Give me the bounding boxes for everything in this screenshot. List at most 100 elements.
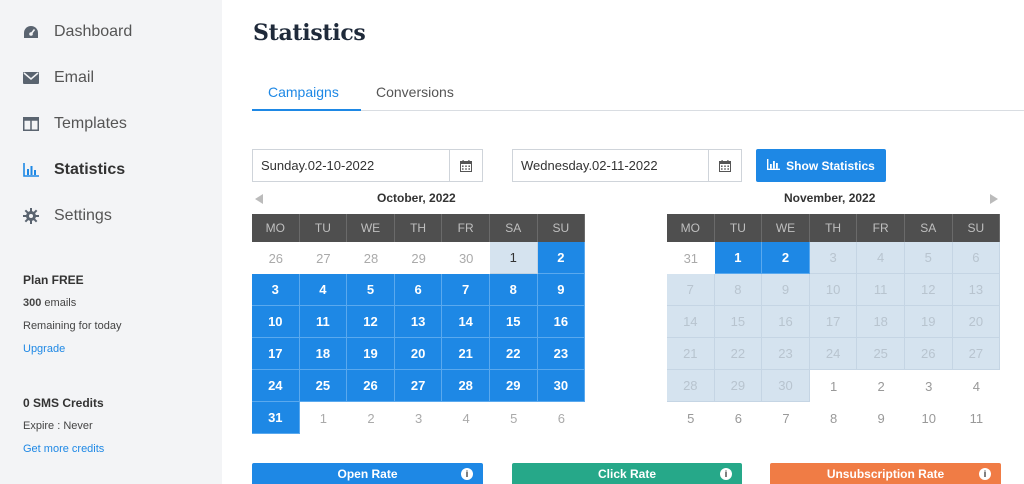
calendar-day[interactable]: 15 xyxy=(489,306,538,338)
calendar-day[interactable]: 3 xyxy=(905,370,953,402)
calendar-day[interactable]: 17 xyxy=(252,338,300,370)
calendar-day[interactable]: 27 xyxy=(300,242,348,274)
calendar-day[interactable]: 6 xyxy=(715,402,763,434)
calendar-day[interactable]: 13 xyxy=(952,274,1001,306)
calendar-day[interactable]: 29 xyxy=(714,370,763,402)
calendar-day[interactable]: 8 xyxy=(714,274,763,306)
calendar-day[interactable]: 17 xyxy=(809,306,858,338)
calendar-day[interactable]: 24 xyxy=(809,338,858,370)
calendar-day[interactable]: 24 xyxy=(252,370,300,402)
calendar-day[interactable]: 5 xyxy=(347,274,395,306)
calendar-day[interactable]: 4 xyxy=(442,402,490,434)
calendar-day[interactable]: 6 xyxy=(952,242,1001,274)
start-date-field[interactable]: Sunday.02-10-2022 xyxy=(252,149,483,182)
calendar-day[interactable]: 11 xyxy=(299,306,348,338)
tab-conversions[interactable]: Conversions xyxy=(376,84,454,100)
calendar-day[interactable]: 30 xyxy=(762,370,810,402)
calendar-day[interactable]: 22 xyxy=(489,338,538,370)
calendar-day[interactable]: 7 xyxy=(762,402,810,434)
calendar-day[interactable]: 25 xyxy=(299,370,348,402)
calendar-day[interactable]: 21 xyxy=(442,338,490,370)
show-statistics-button[interactable]: Show Statistics xyxy=(756,149,886,182)
calendar-day[interactable]: 22 xyxy=(714,338,763,370)
calendar-day[interactable]: 1 xyxy=(714,242,763,274)
calendar-day[interactable]: 5 xyxy=(904,242,953,274)
calendar-day[interactable]: 14 xyxy=(667,306,715,338)
nav-item-settings[interactable]: Settings xyxy=(22,201,112,231)
upgrade-link[interactable]: Upgrade xyxy=(23,343,65,355)
calendar-day[interactable]: 8 xyxy=(489,274,538,306)
calendar-day[interactable]: 25 xyxy=(857,338,905,370)
end-date-value[interactable]: Wednesday.02-11-2022 xyxy=(513,150,708,181)
calendar-day[interactable]: 29 xyxy=(395,242,443,274)
calendar-day[interactable]: 26 xyxy=(347,370,395,402)
calendar-day[interactable]: 2 xyxy=(537,242,586,274)
calendar-day[interactable]: 16 xyxy=(762,306,810,338)
calendar-day[interactable]: 2 xyxy=(762,242,810,274)
info-icon[interactable]: i xyxy=(979,468,991,480)
info-icon[interactable]: i xyxy=(720,468,732,480)
calendar-day[interactable]: 12 xyxy=(904,274,953,306)
calendar-day[interactable]: 18 xyxy=(857,306,905,338)
get-more-credits-link[interactable]: Get more credits xyxy=(23,443,104,455)
start-date-value[interactable]: Sunday.02-10-2022 xyxy=(253,150,449,181)
calendar-day[interactable]: 1 xyxy=(300,402,348,434)
calendar-day[interactable]: 31 xyxy=(252,402,300,434)
end-date-field[interactable]: Wednesday.02-11-2022 xyxy=(512,149,742,182)
calendar-day[interactable]: 9 xyxy=(537,274,586,306)
calendar-day[interactable]: 23 xyxy=(762,338,810,370)
calendar-day[interactable]: 13 xyxy=(394,306,443,338)
nav-item-templates[interactable]: Templates xyxy=(22,109,127,139)
calendar-icon[interactable] xyxy=(708,150,741,181)
calendar-day[interactable]: 11 xyxy=(857,274,905,306)
calendar-day[interactable]: 2 xyxy=(347,402,395,434)
calendar-day[interactable]: 30 xyxy=(442,242,490,274)
calendar-day[interactable]: 8 xyxy=(810,402,858,434)
calendar-day[interactable]: 4 xyxy=(857,242,905,274)
calendar-day[interactable]: 20 xyxy=(952,306,1001,338)
nav-item-dashboard[interactable]: Dashboard xyxy=(22,17,132,47)
tab-campaigns[interactable]: Campaigns xyxy=(268,84,339,100)
info-icon[interactable]: i xyxy=(461,468,473,480)
calendar-day[interactable]: 19 xyxy=(904,306,953,338)
nav-item-email[interactable]: Email xyxy=(22,63,94,93)
calendar-day[interactable]: 26 xyxy=(904,338,953,370)
calendar-day[interactable]: 2 xyxy=(857,370,905,402)
calendar-day[interactable]: 10 xyxy=(809,274,858,306)
calendar-day[interactable]: 5 xyxy=(490,402,538,434)
calendar-day[interactable]: 21 xyxy=(667,338,715,370)
calendar-day[interactable]: 7 xyxy=(442,274,490,306)
calendar-day[interactable]: 18 xyxy=(299,338,348,370)
calendar-day[interactable]: 15 xyxy=(714,306,763,338)
calendar-day[interactable]: 10 xyxy=(252,306,300,338)
calendar-day[interactable]: 10 xyxy=(905,402,953,434)
calendar-day[interactable]: 6 xyxy=(394,274,443,306)
calendar-day[interactable]: 27 xyxy=(394,370,443,402)
calendar-day[interactable]: 7 xyxy=(667,274,715,306)
prev-month-arrow-icon[interactable] xyxy=(255,194,263,204)
calendar-day[interactable]: 28 xyxy=(442,370,490,402)
calendar-day[interactable]: 29 xyxy=(489,370,538,402)
calendar-day[interactable]: 23 xyxy=(537,338,586,370)
calendar-day[interactable]: 3 xyxy=(395,402,443,434)
next-month-arrow-icon[interactable] xyxy=(990,194,998,204)
calendar-day[interactable]: 14 xyxy=(442,306,490,338)
calendar-icon[interactable] xyxy=(449,150,482,181)
calendar-day[interactable]: 9 xyxy=(857,402,905,434)
calendar-day[interactable]: 30 xyxy=(537,370,586,402)
calendar-day[interactable]: 3 xyxy=(809,242,858,274)
calendar-day[interactable]: 26 xyxy=(252,242,300,274)
calendar-day[interactable]: 9 xyxy=(762,274,810,306)
calendar-day[interactable]: 6 xyxy=(538,402,586,434)
calendar-day[interactable]: 12 xyxy=(347,306,395,338)
calendar-day[interactable]: 20 xyxy=(394,338,443,370)
calendar-day[interactable]: 19 xyxy=(347,338,395,370)
calendar-day[interactable]: 1 xyxy=(489,242,538,274)
calendar-day[interactable]: 31 xyxy=(667,242,715,274)
calendar-day[interactable]: 27 xyxy=(952,338,1001,370)
calendar-day[interactable]: 3 xyxy=(252,274,300,306)
nav-item-statistics[interactable]: Statistics xyxy=(22,155,125,185)
calendar-day[interactable]: 28 xyxy=(667,370,715,402)
calendar-day[interactable]: 16 xyxy=(537,306,586,338)
calendar-day[interactable]: 1 xyxy=(810,370,858,402)
